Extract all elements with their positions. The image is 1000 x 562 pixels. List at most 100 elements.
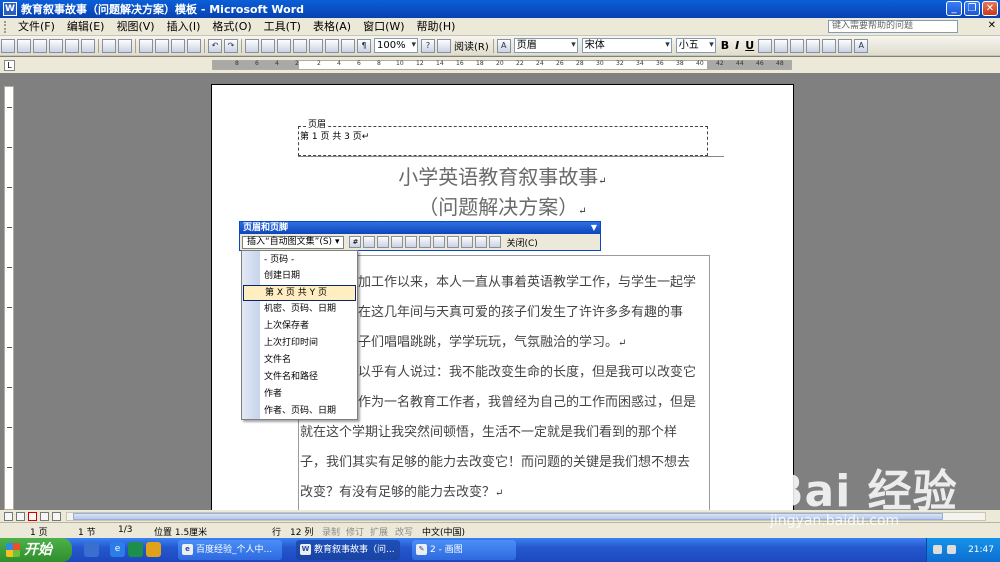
close-button[interactable]: ✕ (982, 1, 998, 16)
permission-icon[interactable] (49, 38, 63, 53)
autotext-item[interactable]: 上次打印时间 (243, 336, 356, 352)
start-button[interactable]: 开始 (0, 538, 72, 562)
indent-icon[interactable] (822, 38, 837, 53)
zoom-select[interactable]: 100% (374, 38, 418, 53)
insert-page-number-icon[interactable]: # (349, 236, 362, 248)
reading-view-icon[interactable] (52, 512, 61, 521)
body-line[interactable]: 以乎有人说过：我不能改变生命的长度，但是我可以改变它 (358, 361, 696, 380)
style-select[interactable]: 页眉 (513, 38, 578, 53)
numbering-icon[interactable] (790, 38, 805, 53)
tray-network-icon[interactable] (933, 545, 942, 554)
font-color-icon[interactable]: A (854, 38, 869, 53)
status-track[interactable]: 修订 (346, 525, 364, 538)
paste-icon[interactable] (171, 38, 185, 53)
close-header-footer-button[interactable]: 关闭(C) (506, 236, 537, 249)
menu-view[interactable]: 视图(V) (110, 19, 160, 35)
body-line[interactable]: 子，我们其实有足够的能力去改变它！而问题的关键是我们想不想去 (300, 451, 690, 470)
taskbar-item-word[interactable]: W 教育叙事故事（问... (296, 540, 400, 560)
ie-icon[interactable]: e (110, 542, 125, 557)
new-document-icon[interactable] (1, 38, 15, 53)
document-title[interactable]: 小学英语教育叙事故事↵ (212, 161, 793, 190)
toolbar-options-icon[interactable]: ▼ (591, 222, 597, 234)
browser-icon[interactable] (146, 542, 161, 557)
insert-excel-icon[interactable] (293, 38, 307, 53)
spelling-icon[interactable] (102, 38, 116, 53)
show-previous-icon[interactable] (475, 236, 488, 248)
autotext-item[interactable]: 机密、页码、日期 (243, 302, 356, 318)
underline-button[interactable]: U (745, 39, 754, 52)
document-map-icon[interactable] (341, 38, 355, 53)
autotext-item[interactable]: 上次保存者 (243, 319, 356, 335)
line-spacing-icon[interactable] (774, 38, 789, 53)
body-line[interactable]: 改变？有没有足够的能力去改变？↵ (300, 481, 503, 500)
menu-tools[interactable]: 工具(T) (258, 19, 307, 35)
print-icon[interactable] (65, 38, 79, 53)
tables-borders-icon[interactable] (261, 38, 275, 53)
align-center-icon[interactable] (758, 38, 773, 53)
menu-format[interactable]: 格式(O) (206, 19, 257, 35)
autotext-item[interactable]: 文件名 (243, 353, 356, 369)
menu-window[interactable]: 窗口(W) (357, 19, 410, 35)
hyperlink-icon[interactable] (245, 38, 259, 53)
word-app-icon[interactable]: W (3, 2, 17, 16)
copy-icon[interactable] (155, 38, 169, 53)
body-line[interactable]: 在这几年间与天真可爱的孩子们发生了许许多多有趣的事 (358, 301, 683, 320)
body-line[interactable]: 就在这个学期让我突然间顿悟，生活不一定就是我们看到的那个样 (300, 421, 677, 440)
desktop-icon[interactable] (84, 542, 99, 557)
status-extend[interactable]: 扩展 (370, 525, 388, 538)
page-setup-icon[interactable] (419, 236, 432, 248)
doc-close-icon[interactable]: ✕ (988, 20, 996, 31)
italic-button[interactable]: I (735, 39, 739, 52)
format-page-number-icon[interactable] (377, 236, 390, 248)
body-line[interactable]: 作为一名教育工作者，我曾经为自己的工作而困惑过，但是 (358, 391, 696, 410)
body-line[interactable]: 加工作以来，本人一直从事着英语教学工作，与学生一起学 (358, 271, 696, 290)
columns-icon[interactable] (309, 38, 323, 53)
menu-file[interactable]: 文件(F) (12, 19, 61, 35)
normal-view-icon[interactable] (4, 512, 13, 521)
insert-date-icon[interactable] (391, 236, 404, 248)
link-to-previous-icon[interactable] (447, 236, 460, 248)
minimize-button[interactable]: _ (946, 1, 962, 16)
menu-edit[interactable]: 编辑(E) (61, 19, 111, 35)
research-icon[interactable] (118, 38, 132, 53)
horizontal-ruler[interactable]: 8 6 4 2 2 4 6 8 10 12 14 16 18 20 22 24 … (212, 60, 792, 70)
web-view-icon[interactable] (16, 512, 25, 521)
autotext-item[interactable]: 作者 (243, 387, 356, 403)
menu-help[interactable]: 帮助(H) (411, 19, 462, 35)
taskbar-item-baidu[interactable]: e 百度经验_个人中... (178, 540, 282, 560)
styles-icon[interactable]: A (496, 38, 511, 53)
autotext-item[interactable]: 创建日期 (243, 269, 356, 285)
autotext-item[interactable]: 文件名和路径 (243, 370, 356, 386)
help-search-input[interactable]: 键入需要帮助的问题 (828, 20, 958, 33)
bold-button[interactable]: B (721, 39, 729, 52)
header-text[interactable]: 第 1 页 共 3 页↵ (300, 129, 369, 142)
toolbar-title-bar[interactable]: 页眉和页脚 ▼ (240, 222, 600, 234)
autotext-item[interactable]: - 页码 - (243, 253, 356, 269)
save-icon[interactable] (33, 38, 47, 53)
outline-view-icon[interactable] (40, 512, 49, 521)
tray-volume-icon[interactable] (947, 545, 956, 554)
insert-time-icon[interactable] (405, 236, 418, 248)
read-mode-icon[interactable] (437, 38, 451, 53)
status-record[interactable]: 录制 (322, 525, 340, 538)
restore-button[interactable]: ❐ (964, 1, 980, 16)
switch-header-footer-icon[interactable] (461, 236, 474, 248)
body-line[interactable]: 子们唱唱跳跳，学学玩玩，气氛融洽的学习。↵ (358, 331, 626, 350)
status-overtype[interactable]: 改写 (395, 525, 413, 538)
font-size-select[interactable]: 小五 (675, 38, 716, 53)
drawing-icon[interactable] (325, 38, 339, 53)
autotext-item[interactable]: 作者、页码、日期 (243, 404, 356, 420)
bullets-icon[interactable] (806, 38, 821, 53)
insert-page-count-icon[interactable] (363, 236, 376, 248)
show-hide-text-icon[interactable] (433, 236, 446, 248)
autotext-item-selected[interactable]: 第 X 页 共 Y 页 (243, 285, 356, 301)
media-icon[interactable] (128, 542, 143, 557)
highlight-icon[interactable] (838, 38, 853, 53)
font-select[interactable]: 宋体 (581, 38, 672, 53)
format-painter-icon[interactable] (187, 38, 201, 53)
menu-insert[interactable]: 插入(I) (161, 19, 207, 35)
read-mode-button[interactable]: 阅读(R) (454, 38, 489, 53)
insert-autotext-button[interactable]: 插入“自动图文集”(S) ▾ (242, 235, 345, 249)
menu-table[interactable]: 表格(A) (307, 19, 357, 35)
undo-icon[interactable]: ↶ (208, 38, 222, 53)
